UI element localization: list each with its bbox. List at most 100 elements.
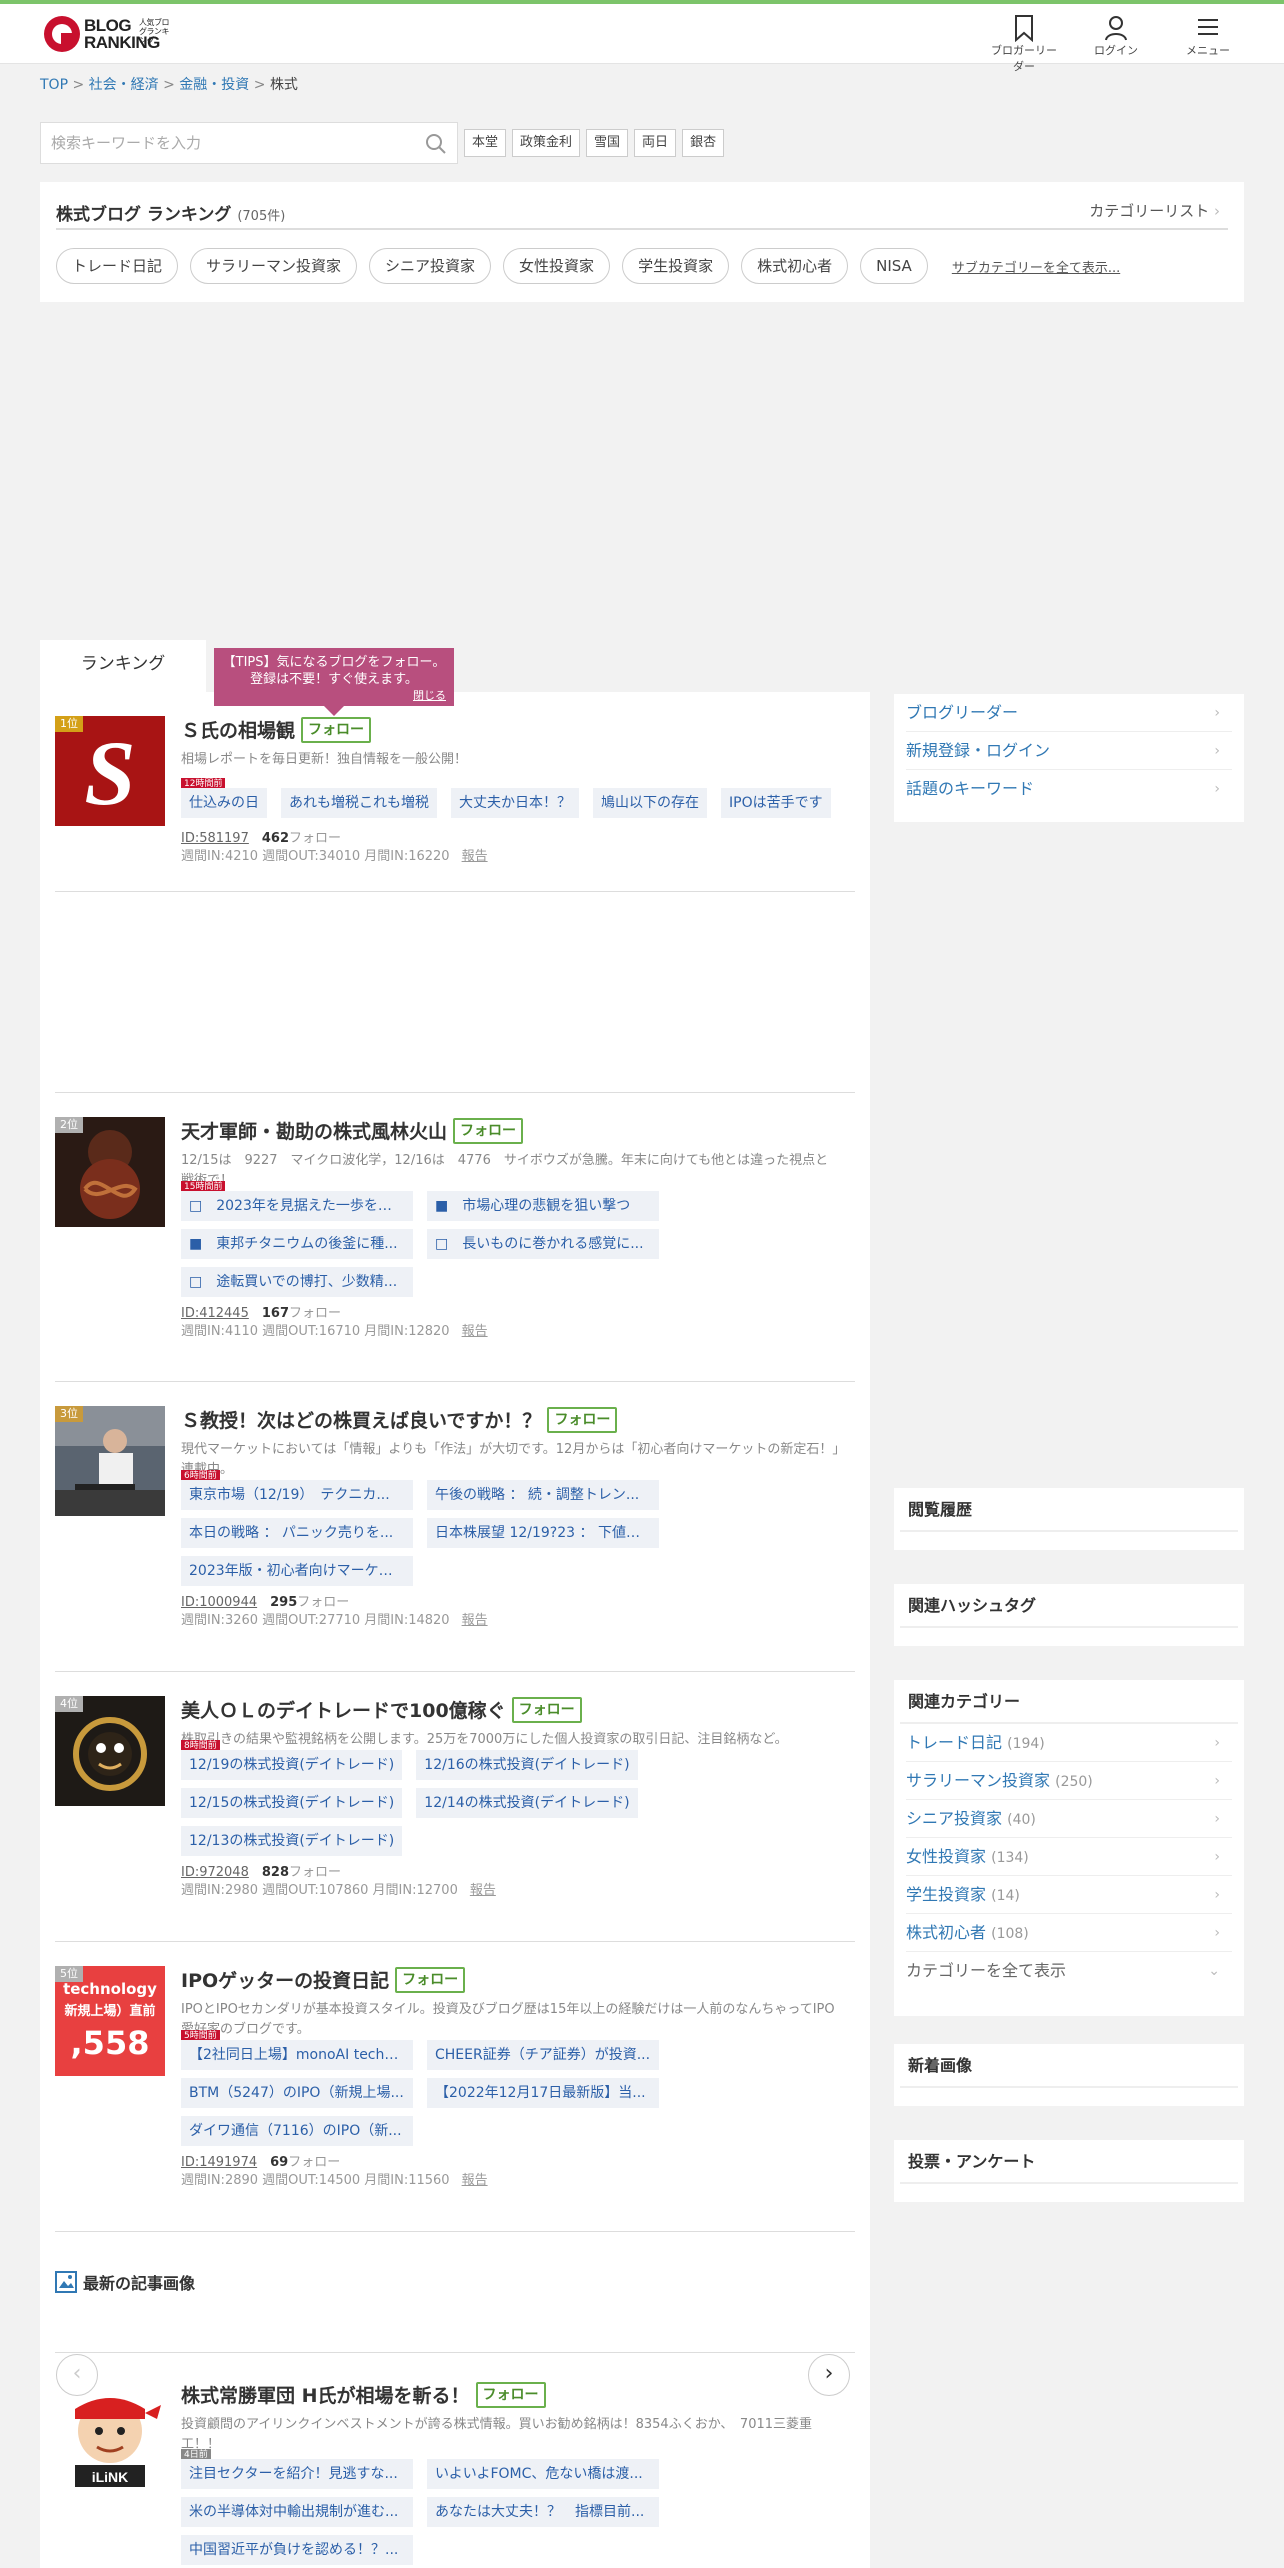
- rank-badge: 4位: [55, 1696, 83, 1712]
- blog-title-link[interactable]: 株式常勝軍団 H氏が相場を斬る！: [181, 2381, 470, 2408]
- article-link[interactable]: 仕込みの日: [181, 788, 267, 818]
- search-icon[interactable]: [425, 133, 447, 155]
- blog-title-link[interactable]: 美人ＯＬのデイトレードで100億稼ぐ: [181, 1696, 506, 1723]
- article-link[interactable]: 12/15の株式投資(デイトレード): [181, 1788, 403, 1818]
- article-link[interactable]: IPOは苦手です: [721, 788, 831, 818]
- show-all-categories-toggle[interactable]: カテゴリーを全て表示 ⌄: [906, 1952, 1232, 1990]
- blog-thumbnail[interactable]: iLiNK: [55, 2381, 165, 2491]
- report-link[interactable]: 報告: [462, 1613, 488, 1628]
- related-category-item[interactable]: トレード日記 (194) ›: [906, 1724, 1232, 1762]
- blog-title-link[interactable]: Ｓ教授！次はどの株買えば良いですか！？: [181, 1406, 541, 1433]
- keyword-chip[interactable]: 政策金利: [512, 129, 581, 157]
- search-input[interactable]: [41, 123, 401, 163]
- article-link[interactable]: 東京市場（12/19） テクニカ...: [181, 1480, 413, 1510]
- blog-id-link[interactable]: ID:581197: [181, 831, 249, 846]
- blog-title-link[interactable]: Ｓ氏の相場観: [181, 716, 295, 743]
- article-link[interactable]: いよいよFOMC、危ない橋は渡...: [427, 2459, 659, 2489]
- blog-id-link[interactable]: ID:1000944: [181, 1595, 257, 1610]
- article-link[interactable]: 本日の戦略 ： パニック売りを...: [181, 1518, 413, 1548]
- article-link[interactable]: あれも増税これも増税: [281, 788, 437, 818]
- article-link[interactable]: □ 2023年を見据えた一歩を踏...: [181, 1191, 413, 1221]
- report-link[interactable]: 報告: [470, 1883, 496, 1898]
- article-link[interactable]: 注目セクターを紹介！見逃すな...: [181, 2459, 413, 2489]
- hashtag-box: 関連ハッシュタグ: [894, 1584, 1244, 1646]
- article-link[interactable]: 鳩山以下の存在: [593, 788, 707, 818]
- blog-id-link[interactable]: ID:972048: [181, 1865, 249, 1880]
- article-link[interactable]: 【2社同日上場】monoAI techno...: [181, 2040, 413, 2070]
- new-images-title: 新着画像: [900, 2044, 1238, 2088]
- blog-title-link[interactable]: 天才軍師・勘助の株式風林火山: [181, 1117, 447, 1144]
- breadcrumb-top[interactable]: TOP: [40, 77, 68, 93]
- blog-thumbnail[interactable]: S: [55, 716, 165, 826]
- related-category-item[interactable]: シニア投資家 (40) ›: [906, 1800, 1232, 1838]
- related-category-item[interactable]: 女性投資家 (134) ›: [906, 1838, 1232, 1876]
- sidebar-item-register-login[interactable]: 新規登録・ログイン ›: [906, 732, 1232, 770]
- blog-thumbnail[interactable]: [55, 1696, 165, 1806]
- follow-button[interactable]: フォロー: [547, 1406, 618, 1433]
- keyword-chip[interactable]: 雪国: [586, 129, 629, 157]
- article-link[interactable]: 12/13の株式投資(デイトレード): [181, 1826, 403, 1856]
- site-logo[interactable]: BLOG RANKING 人気ブログランキング: [44, 14, 174, 54]
- article-link[interactable]: ダイワ通信（7116）のIPO（新...: [181, 2116, 413, 2146]
- article-link[interactable]: CHEER証券（チア証券）が投資...: [427, 2040, 659, 2070]
- subcategory-pill[interactable]: 学生投資家: [622, 248, 730, 284]
- entry-stats: ID:972048 828フォロー 週間IN:2980 週間OUT:107860…: [181, 1865, 496, 1898]
- article-link[interactable]: ■ 東邦チタニウムの後釜に種...: [181, 1229, 413, 1259]
- tab-ranking[interactable]: ランキング: [40, 640, 206, 692]
- follow-button[interactable]: フォロー: [511, 1696, 582, 1723]
- sidebar-nav: ブログリーダー › 新規登録・ログイン › 話題のキーワード ›: [894, 694, 1244, 822]
- report-link[interactable]: 報告: [462, 1324, 488, 1339]
- follow-button[interactable]: フォロー: [301, 716, 372, 743]
- article-link[interactable]: BTM（5247）のIPO（新規上場...: [181, 2078, 413, 2108]
- blog-id-link[interactable]: ID:1491974: [181, 2155, 257, 2170]
- blog-id-link[interactable]: ID:412445: [181, 1306, 249, 1321]
- article-link[interactable]: □ 途転買いでの博打、少数精...: [181, 1267, 413, 1297]
- subcategory-pill[interactable]: 女性投資家: [503, 248, 611, 284]
- tips-close-link[interactable]: 閉じる: [413, 687, 446, 704]
- follow-button[interactable]: フォロー: [453, 1117, 524, 1144]
- article-link[interactable]: 午後の戦略 ： 続・調整トレン...: [427, 1480, 659, 1510]
- article-link[interactable]: □ 長いものに巻かれる感覚に...: [427, 1229, 659, 1259]
- nav-menu[interactable]: メニュー: [1172, 14, 1244, 74]
- keyword-chip[interactable]: 両日: [634, 129, 677, 157]
- subcategory-pill[interactable]: サラリーマン投資家: [190, 248, 358, 284]
- breadcrumb-society[interactable]: 社会・経済: [89, 77, 159, 93]
- article-link[interactable]: 中国習近平が負けを認める！？...: [181, 2535, 413, 2565]
- follow-button[interactable]: フォロー: [395, 1966, 466, 1993]
- carousel-next-button[interactable]: ›: [808, 2354, 850, 2396]
- sidebar-item-keywords[interactable]: 話題のキーワード ›: [906, 770, 1232, 808]
- sidebar-item-blog-reader[interactable]: ブログリーダー ›: [906, 694, 1232, 732]
- article-link[interactable]: 12/14の株式投資(デイトレード): [416, 1788, 638, 1818]
- subcategory-pill[interactable]: シニア投資家: [369, 248, 492, 284]
- keyword-chip[interactable]: 銀杏: [682, 129, 725, 157]
- blog-thumbnail[interactable]: technology 新規上場）直前 ,558: [55, 1966, 165, 2076]
- blog-thumbnail[interactable]: [55, 1406, 165, 1516]
- nav-blog-reader[interactable]: ブロガーリーダー: [988, 14, 1060, 74]
- report-link[interactable]: 報告: [462, 849, 488, 864]
- blog-thumbnail[interactable]: [55, 1117, 165, 1227]
- subcategory-pill[interactable]: トレード日記: [56, 248, 179, 284]
- carousel-prev-button[interactable]: ‹: [56, 2354, 98, 2396]
- category-list-link[interactable]: カテゴリーリスト ›: [1089, 200, 1220, 221]
- subcategory-pill[interactable]: NISA: [860, 248, 928, 284]
- article-link[interactable]: 大丈夫か日本！？: [451, 788, 579, 818]
- subcategory-pill[interactable]: 株式初心者: [741, 248, 849, 284]
- nav-login[interactable]: ログイン: [1080, 14, 1152, 74]
- related-category-item[interactable]: 株式初心者 (108) ›: [906, 1914, 1232, 1952]
- article-link[interactable]: あなたは大丈夫！？ 指標目前...: [427, 2497, 659, 2527]
- blog-title-link[interactable]: IPOゲッターの投資日記: [181, 1966, 389, 1993]
- article-link[interactable]: 日本株展望 12/19?23 ： 下値不...: [427, 1518, 659, 1548]
- related-category-item[interactable]: サラリーマン投資家 (250) ›: [906, 1762, 1232, 1800]
- article-link[interactable]: 12/16の株式投資(デイトレード): [416, 1750, 638, 1780]
- report-link[interactable]: 報告: [462, 2173, 488, 2188]
- keyword-chip[interactable]: 本堂: [464, 129, 507, 157]
- show-all-subcategories-link[interactable]: サブカテゴリーを全て表示...: [952, 257, 1120, 276]
- article-link[interactable]: 12/19の株式投資(デイトレード): [181, 1750, 403, 1780]
- follow-button[interactable]: フォロー: [475, 2381, 546, 2408]
- article-link[interactable]: 米の半導体対中輸出規制が進む...: [181, 2497, 413, 2527]
- related-category-item[interactable]: 学生投資家 (14) ›: [906, 1876, 1232, 1914]
- article-link[interactable]: 【2022年12月17日最新版】当...: [427, 2078, 659, 2108]
- article-link[interactable]: ■ 市場心理の悲観を狙い撃つ: [427, 1191, 659, 1221]
- article-link[interactable]: 2023年版・初心者向けマーケッ...: [181, 1556, 413, 1586]
- breadcrumb-finance[interactable]: 金融・投資: [179, 77, 249, 93]
